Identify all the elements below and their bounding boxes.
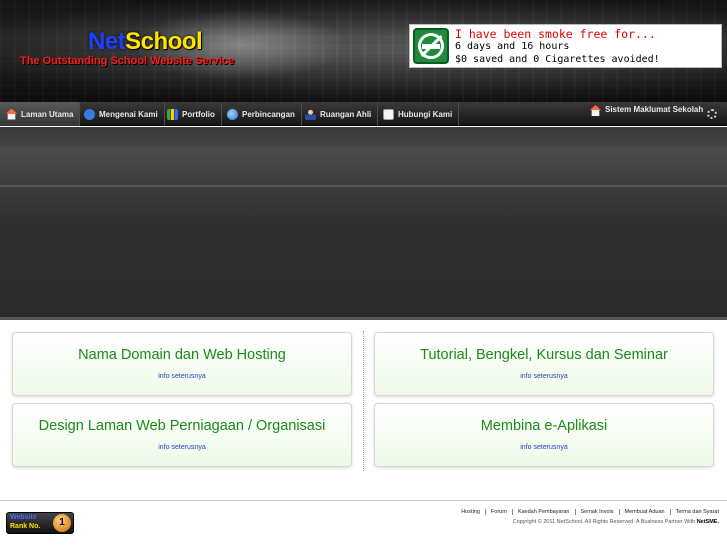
- nav-label: Hubungi Kami: [398, 109, 453, 119]
- smoke-free-headline: I have been smoke free for...: [455, 27, 656, 41]
- service-box-tutorial[interactable]: Tutorial, Bengkel, Kursus dan Seminar in…: [374, 332, 714, 396]
- no-smoking-icon: [413, 28, 449, 64]
- banner-slider: [0, 127, 727, 320]
- home-icon: [6, 108, 17, 120]
- mail-icon: [383, 108, 394, 120]
- service-title: Nama Domain dan Web Hosting: [78, 347, 286, 363]
- info-link[interactable]: info seterusnya: [158, 373, 205, 380]
- website-rank-badge[interactable]: Website Rank No. 1: [6, 512, 74, 534]
- gear-icon[interactable]: [707, 109, 717, 119]
- service-title: Design Laman Web Perniagaan / Organisasi: [38, 418, 326, 434]
- service-box-domain-hosting[interactable]: Nama Domain dan Web Hosting info seterus…: [12, 332, 352, 396]
- info-link[interactable]: info seterusnya: [520, 373, 567, 380]
- copyright-statement: Copyright © 2011 NetSchool. All Rights R…: [512, 519, 697, 525]
- service-box-design[interactable]: Design Laman Web Perniagaan / Organisasi…: [12, 403, 352, 467]
- footer-link-semak-invois[interactable]: Semak Invois: [576, 509, 620, 515]
- nav-item-laman-utama[interactable]: Laman Utama: [0, 102, 81, 126]
- logo-net: Net: [88, 28, 126, 55]
- site-header: NetSchool The Outstanding School Website…: [0, 0, 727, 102]
- nav-item-mengenai-kami[interactable]: Mengenai Kami: [78, 102, 165, 126]
- info-link[interactable]: info seterusnya: [520, 444, 567, 451]
- rank-label-line1: Website: [10, 514, 37, 521]
- site-footer: Website Rank No. 1 Hosting Forum Kaedah …: [0, 500, 727, 545]
- chart-icon: [167, 108, 178, 120]
- home-icon: [590, 105, 601, 116]
- nav-item-hubungi-kami[interactable]: Hubungi Kami: [377, 102, 460, 126]
- globe-icon: [227, 108, 238, 120]
- banner-band: [0, 147, 727, 183]
- footer-link-membuat-aduan[interactable]: Membuat Aduan: [620, 509, 671, 515]
- nav-item-sistem-maklumat-sekolah[interactable]: Sistem Maklumat Sekolah: [584, 102, 709, 126]
- nav-item-ruangan-ahli[interactable]: Ruangan Ahli: [299, 102, 379, 126]
- footer-links: Hosting Forum Kaedah Pembayaran Semak In…: [456, 509, 719, 515]
- nav-label: Portfolio: [182, 109, 215, 119]
- footer-link-hosting[interactable]: Hosting: [456, 509, 486, 515]
- user-icon: [305, 108, 316, 120]
- main-nav: Laman Utama Mengenai Kami Portfolio Perb…: [0, 102, 727, 126]
- nav-label: Perbincangan: [242, 109, 295, 119]
- site-logo[interactable]: NetSchool: [88, 28, 203, 56]
- service-title: Tutorial, Bengkel, Kursus dan Seminar: [420, 347, 668, 363]
- rank-number: 1: [53, 514, 71, 532]
- rank-label-line2: Rank No.: [10, 523, 41, 530]
- column-divider: [363, 331, 364, 471]
- nav-item-portfolio[interactable]: Portfolio: [161, 102, 222, 126]
- smoke-free-duration: 6 days and 16 hours: [455, 41, 570, 52]
- service-title: Membina e-Aplikasi: [480, 418, 608, 434]
- nav-label: Mengenai Kami: [99, 109, 158, 119]
- copyright-text: Copyright © 2011 NetSchool. All Rights R…: [513, 519, 719, 525]
- info-link[interactable]: info seterusnya: [158, 444, 205, 451]
- service-box-e-aplikasi[interactable]: Membina e-Aplikasi info seterusnya: [374, 403, 714, 467]
- footer-link-kaedah-pembayaran[interactable]: Kaedah Pembayaran: [513, 509, 576, 515]
- nav-label: Laman Utama: [21, 109, 74, 119]
- nav-item-perbincangan[interactable]: Perbincangan: [221, 102, 302, 126]
- info-icon: [84, 108, 95, 120]
- nav-label: Sistem Maklumat Sekolah: [605, 105, 704, 114]
- partner-link[interactable]: NetSME.: [697, 519, 719, 525]
- nav-label: Ruangan Ahli: [320, 109, 372, 119]
- smoke-free-savings: $0 saved and 0 Cigarettes avoided!: [455, 54, 660, 65]
- smoke-free-widget[interactable]: I have been smoke free for... 6 days and…: [409, 24, 722, 68]
- footer-link-terma-syarat[interactable]: Terma dan Syarat: [671, 509, 719, 515]
- footer-link-forum[interactable]: Forum: [486, 509, 513, 515]
- banner-divider: [0, 185, 727, 187]
- site-tagline: The Outstanding School Website Service: [20, 55, 235, 67]
- logo-school: School: [125, 28, 203, 55]
